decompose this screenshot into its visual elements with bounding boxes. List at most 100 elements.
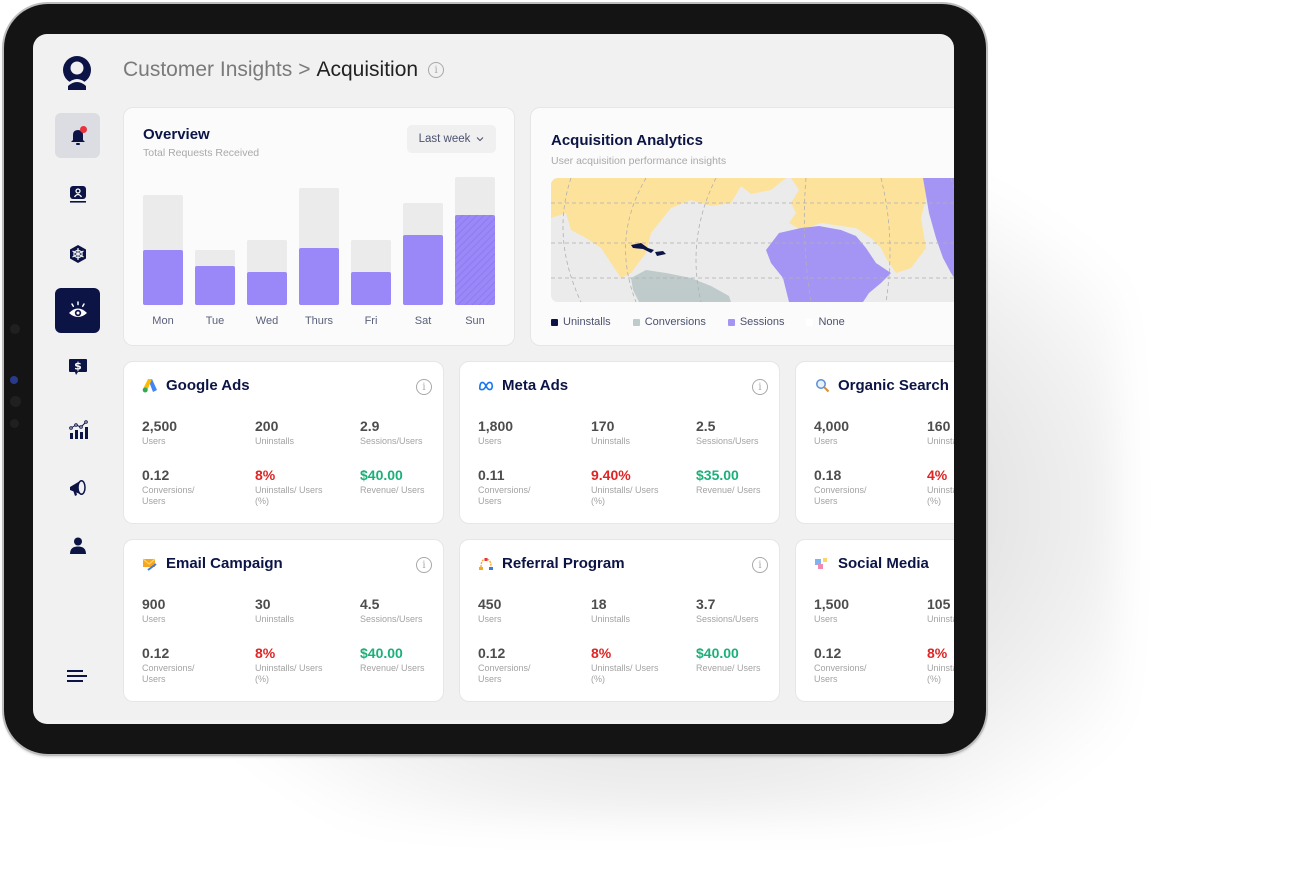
metric-label: Uninstalls <box>927 614 954 624</box>
metric-value: 30 <box>255 596 271 612</box>
metric-label: Conversions/ Users <box>142 485 195 506</box>
metric-sessions-per-user: 2.5 Sessions/Users <box>696 418 768 447</box>
bar-received-tue[interactable] <box>195 266 235 305</box>
bar-received-sun[interactable] <box>455 215 495 305</box>
channel-title: Email Campaign <box>166 555 283 572</box>
channel-card-referral-program: Referral Program i 450 Users 18 Uninstalls… <box>459 539 780 702</box>
metric-value: 0.12 <box>142 467 170 483</box>
legend-item-none[interactable]: None <box>806 316 845 328</box>
x-tick-label: Sun <box>465 315 485 327</box>
metric-label: Users <box>814 436 838 446</box>
legend-label: None <box>818 316 845 328</box>
bar-received-wed[interactable] <box>247 272 287 305</box>
metric-value: 1,800 <box>478 418 514 434</box>
channel-header: Referral Program <box>478 555 625 572</box>
legend-swatch <box>632 318 640 326</box>
channel-card-email-campaign: Email Campaign i 900 Users 30 Uninstalls 4… <box>123 539 444 702</box>
user-monitor-icon <box>69 185 86 203</box>
sensor-dot <box>10 324 20 334</box>
acquisition-analytics-card: Acquisition Analytics User acquisition p… <box>530 107 954 346</box>
legend-item-conversions[interactable]: Conversions <box>632 316 706 328</box>
metric-label: Uninstalls/ Users (%) <box>927 663 954 684</box>
sidebar-item-analytics[interactable] <box>55 407 100 452</box>
metric-sessions-per-user: 3.7 Sessions/Users <box>696 596 768 625</box>
metric-value: 105 <box>927 596 951 612</box>
bar-received-fri[interactable] <box>351 272 391 305</box>
channel-title: Google Ads <box>166 377 250 394</box>
metric-label: Uninstalls/ Users (%) <box>591 485 659 506</box>
metric-label: Conversions/ Users <box>478 663 531 684</box>
sidebar-item-user-monitor[interactable] <box>55 171 100 216</box>
breadcrumb-parent[interactable]: Customer Insights <box>123 58 292 82</box>
metric-uninstall-rate: 4% Uninstalls/ Users (%) <box>927 467 954 506</box>
metric-value: $40.00 <box>696 645 739 661</box>
metric-users: 4,000 Users <box>814 418 886 447</box>
metric-label: Uninstalls/ Users (%) <box>255 485 323 506</box>
info-icon[interactable]: i <box>428 62 445 78</box>
sensor-dot <box>10 396 21 407</box>
channel-title: Referral Program <box>502 555 625 572</box>
breadcrumb-current: Acquisition <box>316 58 419 81</box>
metric-value: 0.18 <box>814 467 842 483</box>
metric-value: 8% <box>255 467 276 483</box>
legend-label: Uninstalls <box>563 316 611 328</box>
app-screen: $ Customer Insights > Acquisition i Over… <box>33 34 954 724</box>
metric-value: $35.00 <box>696 467 739 483</box>
info-icon[interactable]: i <box>416 379 432 395</box>
metric-uninstalls: 105 Uninstalls <box>927 596 954 625</box>
metric-label: Uninstalls <box>591 614 631 624</box>
bar-received-sat[interactable] <box>403 235 443 305</box>
metric-conversions-per-user: 0.12 Conversions/ Users <box>814 645 886 684</box>
breadcrumb-separator: > <box>298 58 311 81</box>
metric-revenue-per-user: $40.00 Revenue/ Users <box>696 645 768 674</box>
metric-uninstalls: 200 Uninstalls <box>255 418 327 447</box>
sidebar-item-insights[interactable] <box>55 288 100 333</box>
channel-header: Google Ads <box>142 377 250 394</box>
metric-uninstall-rate: 8% Uninstalls/ Users (%) <box>255 467 327 506</box>
metric-users: 1,800 Users <box>478 418 550 447</box>
overview-bar-chart: Mon Tue Wed Thurs Fri Sat Sun <box>143 177 495 327</box>
eye-icon <box>68 300 87 317</box>
metric-users: 1,500 Users <box>814 596 886 625</box>
world-map[interactable] <box>551 178 954 302</box>
metric-label: Users <box>478 614 502 624</box>
metric-value: 1,500 <box>814 596 850 612</box>
metric-label: Revenue/ Users <box>360 485 425 495</box>
info-icon[interactable]: i <box>752 379 768 395</box>
hamburger-icon[interactable] <box>66 667 88 685</box>
info-icon[interactable]: i <box>416 557 432 573</box>
dollar-chat-icon: $ <box>68 358 87 375</box>
sensor-dot <box>10 419 19 428</box>
metric-label: Conversions/ Users <box>478 485 531 506</box>
bar-received-mon[interactable] <box>143 250 183 305</box>
metric-sessions-per-user: 4.5 Sessions/Users <box>360 596 432 625</box>
user-avatar-icon[interactable] <box>60 55 94 91</box>
sidebar-item-profile[interactable] <box>55 523 100 568</box>
metric-value: 2.5 <box>696 418 716 434</box>
bar-received-thurs[interactable] <box>299 248 339 305</box>
metric-uninstalls: 170 Uninstalls <box>591 418 663 447</box>
svg-text:$: $ <box>74 359 82 372</box>
metric-label: Sessions/Users <box>696 436 759 446</box>
legend-swatch <box>806 318 814 326</box>
metric-value: 200 <box>255 418 279 434</box>
channel-title: Social Media <box>838 555 929 572</box>
metric-conversions-per-user: 0.12 Conversions/ Users <box>478 645 550 684</box>
channel-card-meta-ads: Meta Ads i 1,800 Users 170 Uninstalls 2.5 S… <box>459 361 780 524</box>
metric-label: Uninstalls <box>255 614 295 624</box>
sidebar-item-network[interactable] <box>55 231 100 276</box>
sidebar-item-campaigns[interactable] <box>55 465 100 510</box>
metric-revenue-per-user: $40.00 Revenue/ Users <box>360 467 432 496</box>
metric-revenue-per-user: $40.00 Revenue/ Users <box>360 645 432 674</box>
megaphone-icon <box>69 479 86 496</box>
metric-label: Users <box>478 436 502 446</box>
legend-item-sessions[interactable]: Sessions <box>727 316 784 328</box>
legend-item-uninstalls[interactable]: Uninstalls <box>551 316 611 328</box>
bell-icon <box>70 125 87 145</box>
metric-label: Uninstalls <box>591 436 631 446</box>
sidebar-item-notifications[interactable] <box>55 113 100 158</box>
sidebar-item-billing[interactable]: $ <box>55 344 100 389</box>
metric-label: Conversions/ Users <box>814 663 867 684</box>
info-icon[interactable]: i <box>752 557 768 573</box>
metric-value: 0.12 <box>478 645 506 661</box>
